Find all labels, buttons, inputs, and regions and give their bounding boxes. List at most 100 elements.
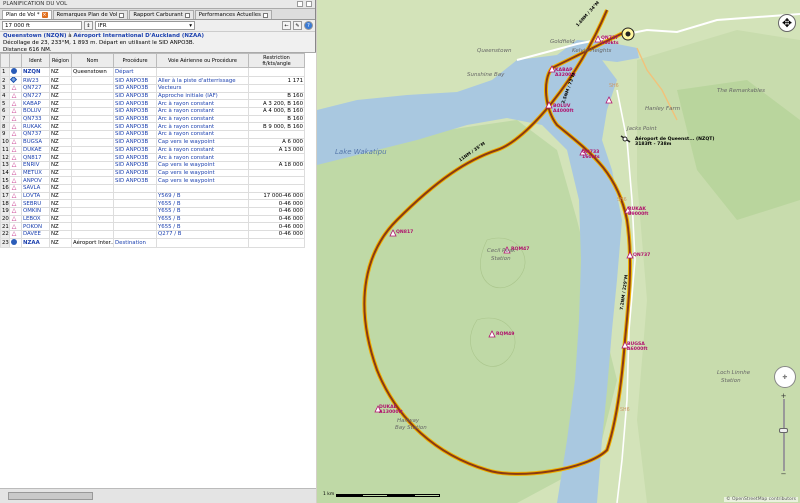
waypoint-qn817-label[interactable]: QN817	[396, 230, 413, 235]
cruise-altitude-field[interactable]: 17 000 ft	[2, 21, 82, 30]
table-row[interactable]: 3 △ QN727 NZ SID ANPO3B Vecteurs	[0, 84, 305, 93]
table-row[interactable]: 19 △ OMKIN NZ Y655 / B 0-46 000	[0, 207, 305, 216]
row-region: NZ	[49, 160, 72, 170]
col-header-procedure[interactable]: Procédure	[113, 53, 157, 68]
edit-icon[interactable]: ✎	[293, 21, 302, 30]
help-icon[interactable]: ?	[304, 21, 313, 30]
row-airway	[156, 67, 249, 77]
tab-flight-plan[interactable]: Plan de Vol * ×	[2, 10, 52, 19]
row-restriction: A 6 000	[248, 137, 305, 147]
zoom-knob[interactable]	[779, 428, 788, 433]
table-row[interactable]: 5 △ KABAP NZ SID ANPO3B Arc à rayon constant A…	[0, 99, 305, 109]
col-header-airway[interactable]: Voie Aérienne ou Procédure	[156, 53, 249, 68]
col-header-icon[interactable]	[9, 53, 22, 68]
close-icon[interactable]	[306, 1, 312, 7]
row-restriction: A 4 000, B 160	[248, 107, 305, 116]
table-row[interactable]: 16 △ SAVLA NZ	[0, 183, 305, 193]
waypoint-qn733-label[interactable]: QN733 160kts	[582, 150, 600, 160]
row-procedure	[113, 191, 157, 201]
table-row[interactable]: 22 △ DAVEE NZ Q277 / B 0-46 000	[0, 230, 305, 239]
map-view[interactable]: Queenstown Sunshine Bay Lake Wakatipu Ce…	[317, 0, 800, 503]
col-header-ident[interactable]: Ident	[21, 53, 50, 68]
airport-nzqt-label[interactable]: Aéroport de Queenst... (NZQT) 3183ft - 7…	[635, 137, 714, 147]
tab-current-performance[interactable]: Performances Actuelles	[194, 10, 272, 19]
row-ident: SEBRU	[21, 199, 50, 208]
altitude-value: 17 000 ft	[5, 22, 30, 29]
scrollbar-thumb[interactable]	[8, 492, 93, 500]
row-region: NZ	[49, 191, 72, 201]
row-number: 15	[0, 176, 10, 185]
place-queenstown: Queenstown	[477, 48, 512, 54]
table-row[interactable]: 15 △ ANPOV NZ SID ANPO3B Cap vers le waypoint	[0, 176, 305, 185]
table-row[interactable]: 11 △ DUKAE NZ SID ANPO3B Arc à rayon constant…	[0, 145, 305, 155]
row-name	[71, 76, 114, 85]
compass-icon[interactable]: ✥	[778, 14, 796, 32]
table-row[interactable]: 18 △ SEBRU NZ Y655 / B 0-46 000	[0, 199, 305, 208]
waypoint-rqm49-label[interactable]: RQM49	[496, 332, 514, 337]
table-row[interactable]: 12 △ QN817 NZ SID ANPO3B Arc à rayon constant	[0, 153, 305, 162]
table-row[interactable]: 2 RW23 NZ SID ANPO3B Aller à la piste d'atte…	[0, 76, 305, 85]
map-credit[interactable]: © OpenStreetMap contributors	[724, 497, 798, 502]
zoom-out-icon[interactable]: −	[779, 470, 788, 478]
altitude-stepper[interactable]: ⇕	[84, 21, 93, 30]
table-horizontal-scrollbar[interactable]	[0, 488, 316, 503]
waypoint-boluv-label[interactable]: BOLUV A4000ft	[553, 104, 574, 114]
row-number: 14	[0, 168, 10, 178]
airport-icon	[11, 239, 17, 245]
row-icon: △	[9, 199, 22, 208]
pan-control-icon[interactable]: ✛	[774, 366, 796, 388]
row-ident: BUGSA	[21, 137, 50, 147]
table-row[interactable]: 7 △ QN733 NZ SID ANPO3B Arc à rayon constant B…	[0, 114, 305, 124]
col-header-restriction[interactable]: Restriction ft/kts/angle	[248, 53, 305, 68]
destination-link[interactable]: Aéroport International D'Auckland (NZAA)	[73, 33, 204, 39]
waypoint-bugsa-label[interactable]: BUGSA A6000ft	[627, 342, 648, 352]
rules-value: IFR	[98, 22, 107, 29]
row-ident: ANPOV	[21, 176, 50, 185]
row-restriction: 17 000-46 000	[248, 191, 305, 201]
tab-close-icon[interactable]: ×	[41, 12, 48, 18]
row-restriction	[248, 67, 305, 77]
row-name	[71, 122, 114, 132]
table-row[interactable]: 21 △ POKON NZ Y655 / B 0-46 000	[0, 222, 305, 232]
tab-fuel-report[interactable]: Rapport Carburant	[129, 10, 194, 19]
tab-checkbox-icon[interactable]	[184, 12, 190, 18]
table-row[interactable]: 23 NZAA NZ Aéroport Inter... Destination	[0, 237, 305, 248]
table-row[interactable]: 17 △ LOVTA NZ Y569 / B 17 000-46 000	[0, 191, 305, 201]
table-row[interactable]: 8 △ RUKAK NZ SID ANPO3B Arc à rayon constant B…	[0, 122, 305, 132]
row-procedure: SID ANPO3B	[113, 137, 157, 147]
airport-nzqt-icon[interactable]	[622, 136, 628, 142]
col-header-number[interactable]	[0, 53, 10, 68]
row-restriction	[248, 176, 305, 185]
place-goldfield: Goldfield	[550, 39, 575, 45]
tab-checkbox-icon[interactable]	[262, 12, 268, 18]
waypoint-rukak-label[interactable]: RUKAK B9000ft	[628, 207, 648, 217]
col-header-name[interactable]: Nom	[71, 53, 114, 68]
waypoint-qn737-label[interactable]: QN737	[633, 253, 650, 258]
tab-flight-plan-remarks[interactable]: Remarques Plan de Vol	[52, 10, 129, 19]
table-row[interactable]: 10 △ BUGSA NZ SID ANPO3B Cap vers le waypoint…	[0, 137, 305, 147]
prev-icon[interactable]: ←	[282, 21, 291, 30]
table-row[interactable]: 4 △ QN727 NZ SID ANPO3B Approche initiale (IA…	[0, 91, 305, 101]
table-row[interactable]: 9 △ QN737 NZ SID ANPO3B Arc à rayon constant	[0, 130, 305, 139]
col-header-region[interactable]: Région	[49, 53, 72, 68]
table-row[interactable]: 14 △ METUX NZ SID ANPO3B Cap vers le waypoint	[0, 168, 305, 178]
table-row[interactable]: 13 △ ENRIV NZ SID ANPO3B Cap vers le waypoint…	[0, 160, 305, 170]
waypoint-qn727-label[interactable]: QN727 160kts	[601, 36, 619, 46]
waypoint-dukae-label[interactable]: DUKAE A13000ft	[379, 405, 403, 415]
origin-link[interactable]: Queenstown (NZQN)	[3, 33, 66, 39]
row-name: Queenstown	[71, 67, 114, 77]
row-ident: LEBOX	[21, 214, 50, 224]
undock-icon[interactable]	[297, 1, 303, 7]
row-name	[71, 107, 114, 116]
table-row[interactable]: 20 △ LEBOX NZ Y655 / B 0-46 000	[0, 214, 305, 224]
table-row[interactable]: 1 NZQN NZ Queenstown Départ	[0, 67, 305, 77]
table-row[interactable]: 6 △ BOLUV NZ SID ANPO3B Arc à rayon constant A…	[0, 107, 305, 116]
row-region: NZ	[49, 207, 72, 216]
zoom-slider[interactable]: + −	[779, 392, 788, 478]
row-ident: QN737	[21, 130, 50, 139]
waypoint-rqm47-label[interactable]: RQM47	[511, 247, 529, 252]
waypoint-icon: △	[11, 215, 17, 223]
tab-checkbox-icon[interactable]	[119, 12, 125, 18]
flight-rules-select[interactable]: IFR ▾	[95, 21, 195, 30]
row-ident: SAVLA	[21, 183, 50, 193]
